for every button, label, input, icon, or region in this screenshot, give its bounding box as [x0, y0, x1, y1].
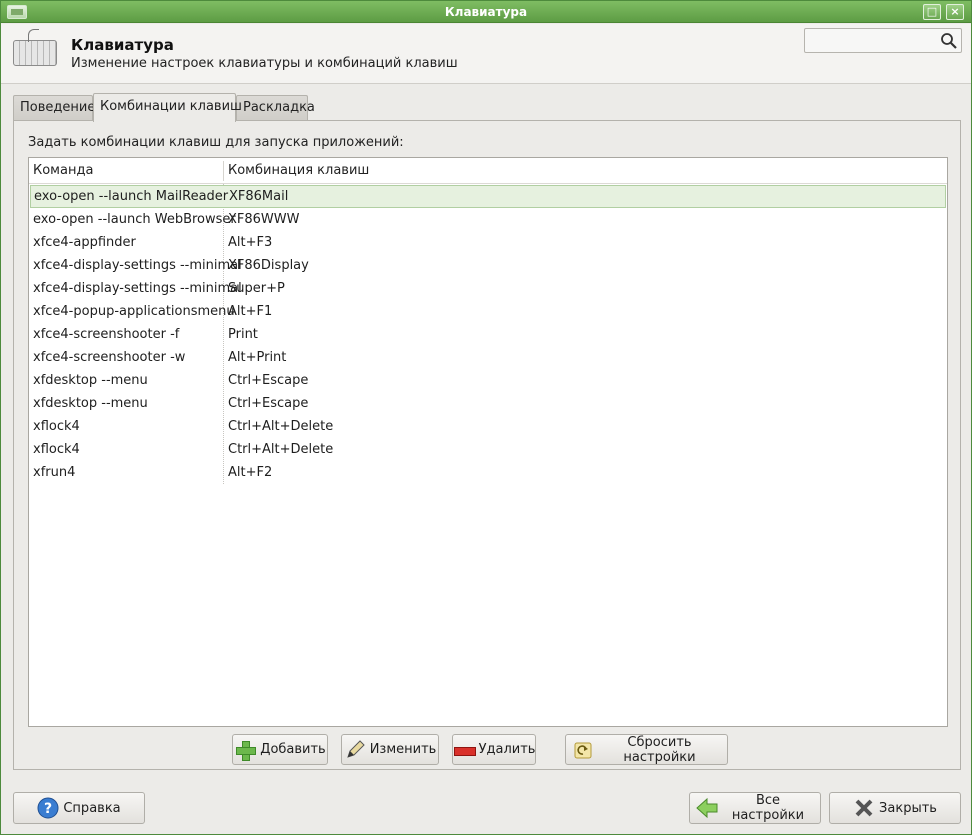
tab-shortcuts-label: Комбинации клавиш: [100, 99, 242, 114]
help-icon: ?: [37, 797, 59, 819]
cell-command: xfdesktop --menu: [33, 373, 148, 388]
delete-button[interactable]: Удалить: [452, 734, 536, 765]
add-button[interactable]: Добавить: [232, 734, 328, 765]
table-row[interactable]: xfrun4 Alt+F2: [29, 461, 947, 484]
cell-command: xfrun4: [33, 465, 76, 480]
close-icon: [855, 799, 873, 817]
cell-shortcut: Alt+F2: [228, 465, 273, 480]
minus-icon: [453, 739, 476, 761]
reset-button-label: Сбросить настройки: [623, 734, 696, 765]
cell-command: xflock4: [33, 419, 80, 434]
cell-shortcut: Ctrl+Alt+Delete: [228, 442, 334, 457]
delete-button-label: Удалить: [478, 742, 536, 757]
cell-command: xfce4-display-settings --minimal: [33, 258, 242, 273]
cell-shortcut: XF86WWW: [228, 212, 300, 227]
shortcuts-list[interactable]: Команда Комбинация клавиш exo-open --lau…: [28, 157, 948, 727]
window-title: Клавиатура: [444, 5, 528, 19]
table-row[interactable]: xfce4-display-settings --minimal XF86Dis…: [29, 254, 947, 277]
cell-shortcut: Alt+Print: [228, 350, 287, 365]
tab-shortcuts[interactable]: Комбинации клавиш: [93, 93, 242, 122]
cell-shortcut: Print: [228, 327, 258, 342]
reset-button[interactable]: Сбросить настройки: [565, 734, 728, 765]
table-row[interactable]: xflock4 Ctrl+Alt+Delete: [29, 415, 947, 438]
cell-command: exo-open --launch MailReader: [34, 189, 229, 204]
table-row[interactable]: xfce4-screenshooter -f Print: [29, 323, 947, 346]
plus-icon: [234, 739, 257, 761]
dialog-title: Клавиатура: [71, 36, 174, 54]
table-row[interactable]: xflock4 Ctrl+Alt+Delete: [29, 438, 947, 461]
cell-command: xfce4-appfinder: [33, 235, 136, 250]
cell-command: xfce4-screenshooter -f: [33, 327, 180, 342]
cell-command: xfce4-display-settings --minimal: [33, 281, 242, 296]
edit-button[interactable]: Изменить: [341, 734, 439, 765]
shortcuts-panel: Задать комбинации клавиш для запуска при…: [13, 120, 961, 770]
cell-command: xfce4-popup-applicationsmenu: [33, 304, 235, 319]
all-settings-button-label: Все настройки: [731, 793, 805, 823]
help-button-label: Справка: [63, 800, 121, 816]
cell-command: exo-open --launch WebBrowser: [33, 212, 236, 227]
cell-shortcut: Alt+F3: [228, 235, 273, 250]
help-button[interactable]: ? Справка: [13, 792, 145, 824]
cell-shortcut: Ctrl+Escape: [228, 373, 309, 388]
undo-icon: [574, 742, 592, 758]
cell-shortcut: Super+P: [228, 281, 285, 296]
cell-shortcut: Ctrl+Alt+Delete: [228, 419, 334, 434]
maximize-icon[interactable]: □: [923, 4, 941, 20]
window-titlebar[interactable]: Клавиатура □ ×: [1, 1, 971, 23]
tab-layout[interactable]: Раскладка: [236, 95, 315, 121]
close-button-label: Закрыть: [879, 800, 937, 816]
table-row[interactable]: xfdesktop --menu Ctrl+Escape: [29, 392, 947, 415]
column-header-shortcut[interactable]: Комбинация клавиш: [224, 158, 369, 184]
add-button-label: Добавить: [260, 742, 326, 757]
table-row[interactable]: xfce4-appfinder Alt+F3: [29, 231, 947, 254]
list-header: Команда Комбинация клавиш: [29, 158, 947, 184]
cell-shortcut: XF86Mail: [229, 189, 289, 204]
tab-behavior-label: Поведение: [20, 100, 96, 115]
tab-layout-label: Раскладка: [243, 100, 315, 115]
tab-behavior[interactable]: Поведение: [13, 95, 96, 121]
edit-button-label: Изменить: [369, 742, 437, 757]
cell-shortcut: XF86Display: [228, 258, 309, 273]
dialog-subtitle: Изменение настроек клавиатуры и комбинац…: [71, 56, 458, 71]
column-header-command[interactable]: Команда: [29, 158, 223, 184]
keyboard-settings-window: Клавиатура □ × Клавиатура Изменение наст…: [0, 0, 972, 835]
all-settings-button[interactable]: Все настройки: [689, 792, 821, 824]
svg-text:?: ?: [44, 801, 52, 817]
arrow-left-icon: [696, 797, 718, 819]
shortcuts-label: Задать комбинации клавиш для запуска при…: [28, 135, 404, 150]
table-row[interactable]: xfdesktop --menu Ctrl+Escape: [29, 369, 947, 392]
search-input[interactable]: [804, 28, 962, 53]
cell-shortcut: Ctrl+Escape: [228, 396, 309, 411]
close-button[interactable]: Закрыть: [829, 792, 961, 824]
close-window-icon[interactable]: ×: [946, 4, 964, 20]
table-row[interactable]: xfce4-screenshooter -w Alt+Print: [29, 346, 947, 369]
keyboard-icon: [13, 29, 57, 66]
table-row[interactable]: exo-open --launch MailReader XF86Mail: [30, 185, 946, 208]
table-row[interactable]: exo-open --launch WebBrowser XF86WWW: [29, 208, 947, 231]
table-row[interactable]: xfce4-display-settings --minimal Super+P: [29, 277, 947, 300]
window-menu-icon[interactable]: [7, 5, 27, 19]
table-row[interactable]: xfce4-popup-applicationsmenu Alt+F1: [29, 300, 947, 323]
cell-command: xfce4-screenshooter -w: [33, 350, 186, 365]
cell-shortcut: Alt+F1: [228, 304, 273, 319]
search-icon[interactable]: [940, 32, 958, 50]
pencil-icon: [346, 739, 365, 758]
cell-command: xflock4: [33, 442, 80, 457]
cell-command: xfdesktop --menu: [33, 396, 148, 411]
